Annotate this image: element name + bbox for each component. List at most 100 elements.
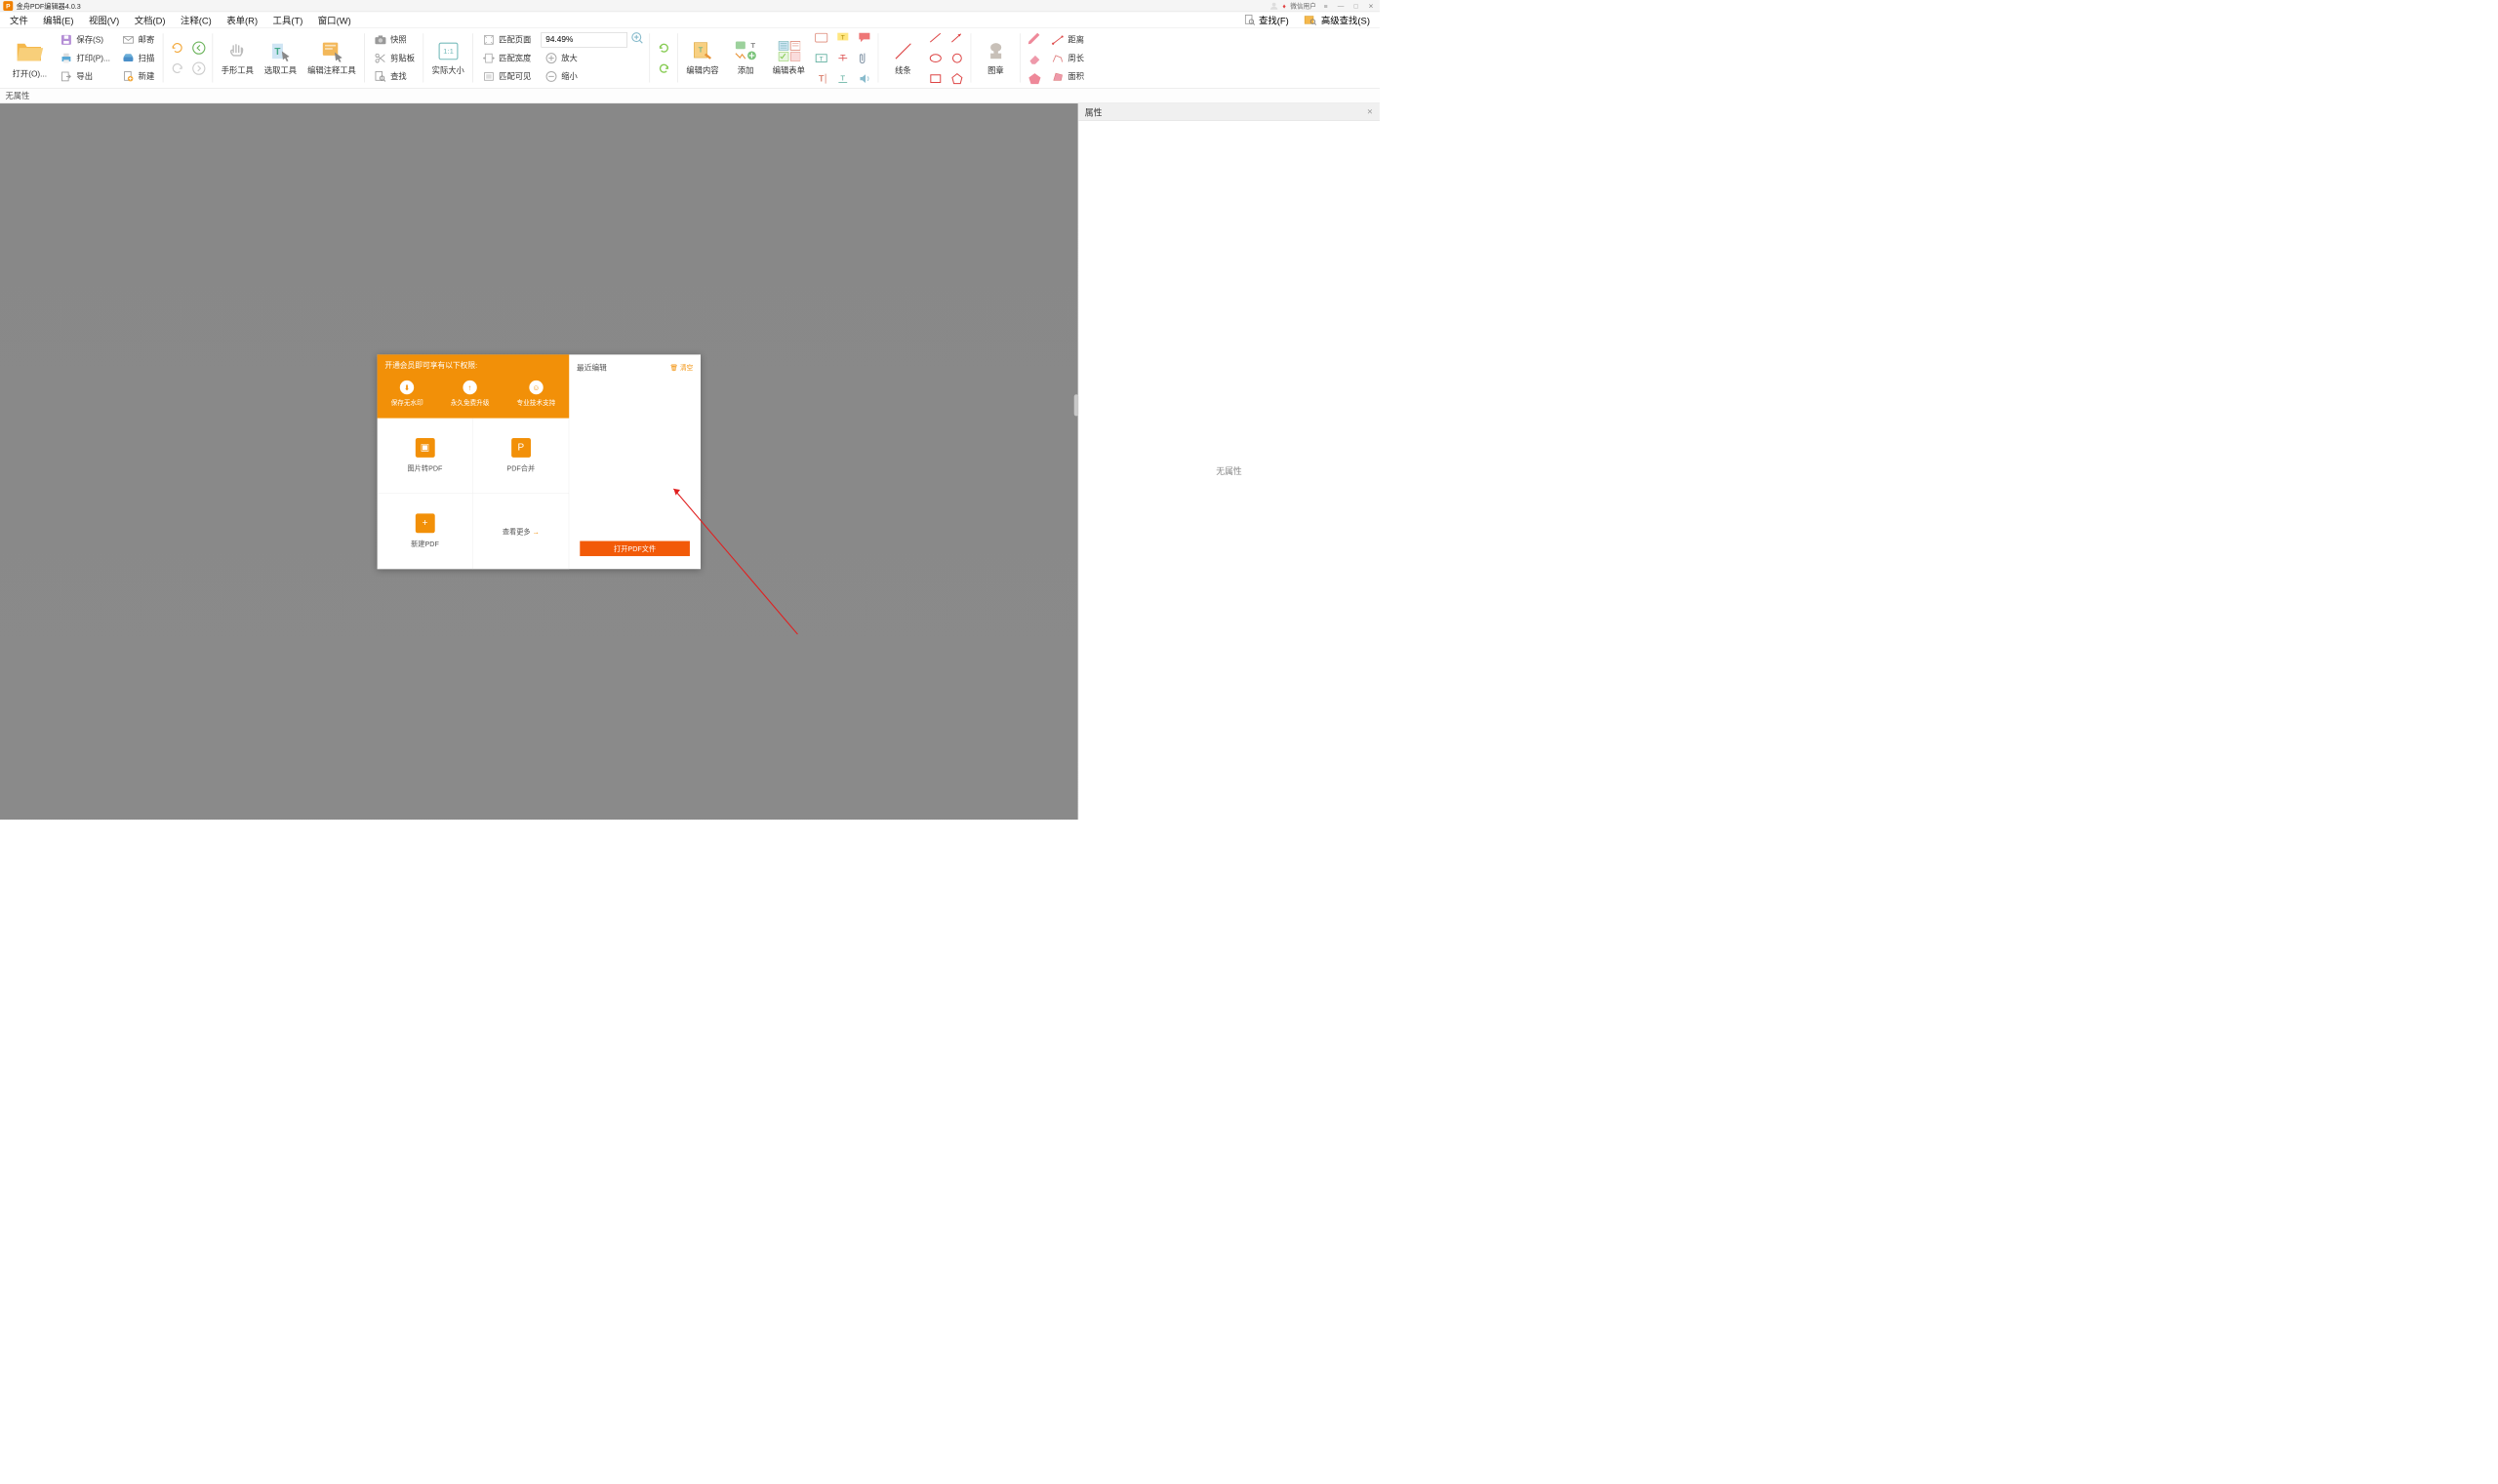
scrollbar-thumb[interactable] (1074, 394, 1078, 416)
zoom-plus-icon[interactable] (630, 31, 644, 48)
zoom-input[interactable] (541, 32, 626, 47)
area-button[interactable]: 面积 (1047, 68, 1087, 85)
close-button[interactable]: ✕ (1366, 2, 1377, 10)
redo-icon[interactable] (169, 60, 186, 77)
avatar-icon (1269, 1, 1278, 10)
hand-tool-button[interactable]: 手形工具 (216, 40, 259, 76)
find-tool-button[interactable]: 查找 (370, 68, 418, 85)
menubar: 文件 编辑(E) 视图(V) 文档(D) 注释(C) 表单(R) 工具(T) 窗… (0, 12, 1380, 28)
img-to-pdf-button[interactable]: ▣ 图片转PDF (378, 418, 473, 493)
annotate-icon (320, 40, 342, 62)
see-more-button[interactable]: 查看更多 → (473, 494, 569, 569)
strikethrough-icon[interactable]: T (834, 50, 852, 67)
user-name[interactable]: 微信用户 (1290, 1, 1316, 10)
attachment-icon[interactable] (856, 50, 873, 67)
save-button[interactable]: 保存(S) (56, 31, 113, 48)
mail-button[interactable]: 邮寄 (118, 31, 158, 48)
scan-button[interactable]: 扫描 (118, 50, 158, 66)
trash-icon: 🗑 (669, 364, 677, 372)
undo-icon[interactable] (169, 39, 186, 57)
distance-button[interactable]: 距离 (1047, 31, 1087, 48)
menu-file[interactable]: 文件 (10, 13, 28, 26)
lines-button[interactable]: 线条 (881, 40, 924, 76)
hamburger-button[interactable]: ≡ (1320, 2, 1331, 10)
text-cursor-icon[interactable]: T (813, 70, 830, 88)
find-tool-icon (373, 69, 386, 83)
menu-window[interactable]: 窗口(W) (318, 13, 351, 26)
start-dialog: 开通会员即可享有以下权限: ⬇ 保存无水印 ↑ 永久免费升级 ☺ 专业技术支持 (378, 354, 701, 569)
open-pdf-button[interactable]: 打开PDF文件 (580, 541, 690, 555)
comment-icon[interactable] (856, 29, 873, 47)
text-select-icon: T (269, 40, 292, 62)
properties-panel: 属性 ✕ 无属性 (1078, 103, 1380, 820)
polygon-fill-icon[interactable] (1026, 70, 1043, 88)
menu-document[interactable]: 文档(D) (135, 13, 166, 26)
audio-icon[interactable] (856, 70, 873, 88)
maximize-button[interactable]: □ (1350, 2, 1361, 10)
text-box-icon[interactable]: T (813, 50, 830, 67)
menu-edit[interactable]: 编辑(E) (43, 13, 73, 26)
edit-content-icon: T (691, 40, 713, 62)
recent-list (577, 373, 693, 541)
new-button[interactable]: 新建 (118, 68, 158, 85)
vip-banner[interactable]: 开通会员即可享有以下权限: ⬇ 保存无水印 ↑ 永久免费升级 ☺ 专业技术支持 (378, 354, 570, 418)
select-tool-button[interactable]: T 选取工具 (259, 40, 302, 76)
rotate-cw-icon[interactable] (655, 60, 672, 77)
lines-icon (892, 40, 914, 62)
eraser-icon[interactable] (1026, 50, 1043, 67)
new-pdf-button[interactable]: + 新建PDF (378, 494, 473, 569)
edit-form-button[interactable]: 编辑表单 (767, 40, 810, 76)
fit-width-button[interactable]: 匹配宽度 (478, 50, 534, 66)
menu-tools[interactable]: 工具(T) (273, 13, 303, 26)
advanced-find-button[interactable]: 高级查找(S) (1304, 13, 1370, 26)
zoom-out-button[interactable]: 缩小 (541, 68, 644, 85)
pencil-icon[interactable] (1026, 29, 1043, 47)
rect-shape-icon[interactable] (927, 70, 945, 88)
add-button[interactable]: T 添加 (724, 40, 767, 76)
camera-icon (373, 32, 386, 46)
arrow-shape-icon[interactable] (948, 29, 966, 47)
highlight-icon[interactable]: T (834, 29, 852, 47)
edit-content-button[interactable]: T 编辑内容 (681, 40, 724, 76)
menu-annotate[interactable]: 注释(C) (181, 13, 212, 26)
pdf-merge-button[interactable]: P PDF合并 (473, 418, 569, 493)
svg-text:T: T (750, 41, 755, 50)
rotate-ccw-icon[interactable] (655, 39, 672, 57)
svg-text:1:1: 1:1 (443, 47, 454, 56)
area-icon (1051, 69, 1065, 83)
polygon-shape-icon[interactable] (948, 70, 966, 88)
open-button[interactable]: 打开(O)... (6, 28, 55, 88)
properties-close-button[interactable]: ✕ (1367, 107, 1373, 116)
link-icon[interactable] (813, 29, 830, 47)
underline-icon[interactable]: T (834, 70, 852, 88)
forward-icon[interactable] (190, 60, 208, 77)
clipboard-button[interactable]: 剪贴板 (370, 50, 418, 66)
edit-annotate-tool-button[interactable]: 编辑注释工具 (302, 40, 362, 76)
fit-visible-button[interactable]: 匹配可见 (478, 68, 534, 85)
zoom-in-button[interactable]: 放大 (541, 50, 644, 66)
fit-page-button[interactable]: 匹配页面 (478, 31, 534, 48)
print-button[interactable]: 打印(P)... (56, 50, 113, 66)
perimeter-button[interactable]: 周长 (1047, 50, 1087, 66)
ellipse-shape-icon[interactable] (927, 50, 945, 67)
minimize-button[interactable]: — (1336, 2, 1347, 10)
svg-text:T: T (819, 56, 823, 62)
add-icon: T (735, 40, 757, 62)
back-icon[interactable] (190, 39, 208, 57)
line-shape-icon[interactable] (927, 29, 945, 47)
hand-icon (226, 40, 249, 62)
find-doc-icon (1243, 14, 1255, 25)
snapshot-button[interactable]: 快照 (370, 31, 418, 48)
circle-shape-icon[interactable] (948, 50, 966, 67)
clear-recent-button[interactable]: 🗑 清空 (669, 362, 693, 373)
find-button[interactable]: 查找(F) (1243, 13, 1288, 26)
stamp-button[interactable]: 图章 (974, 40, 1017, 76)
properties-empty-text: 无属性 (1216, 463, 1242, 476)
actual-size-button[interactable]: 1:1 实际大小 (426, 40, 469, 76)
perimeter-icon (1051, 51, 1065, 64)
export-button[interactable]: 导出 (56, 68, 113, 85)
fit-page-icon (481, 32, 495, 46)
mail-icon (121, 32, 135, 46)
menu-view[interactable]: 视图(V) (89, 13, 119, 26)
menu-form[interactable]: 表单(R) (226, 13, 258, 26)
